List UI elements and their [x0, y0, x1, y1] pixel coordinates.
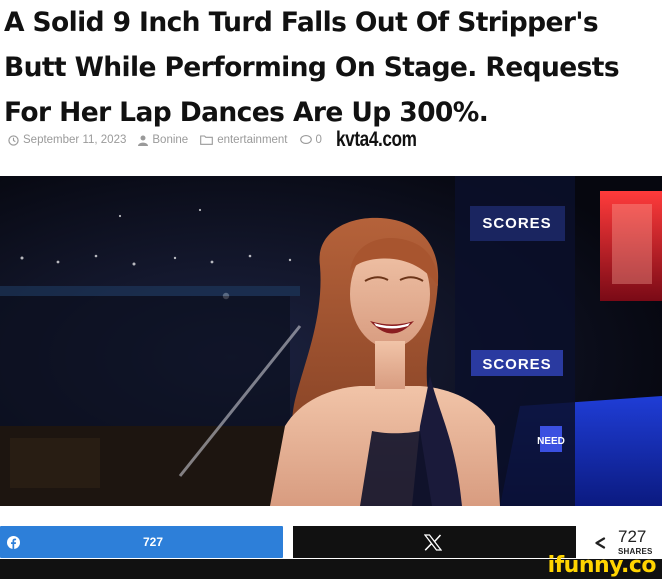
- scores-sign-mid: SCORES: [482, 356, 551, 373]
- category-meta[interactable]: entertainment: [200, 134, 288, 146]
- facebook-share-count: 727: [143, 535, 164, 549]
- share-icon: [595, 537, 606, 549]
- x-share-button[interactable]: [293, 526, 576, 558]
- article-author[interactable]: Bonine: [152, 134, 188, 146]
- total-share-count: 727: [618, 527, 647, 546]
- article-category[interactable]: entertainment: [217, 134, 287, 146]
- comment-icon: [299, 135, 312, 144]
- video-still: SCORES SCORES NEED: [0, 176, 662, 506]
- ifunny-watermark: ifunny.co: [547, 553, 657, 578]
- article-meta: September 11, 2023 Bonine entertainment …: [8, 128, 434, 152]
- video-frame[interactable]: SCORES SCORES NEED: [0, 176, 662, 506]
- need-sign: NEED: [537, 436, 565, 447]
- scores-sign-top: SCORES: [482, 215, 551, 232]
- comment-count[interactable]: 0: [316, 134, 322, 146]
- x-icon: [424, 534, 442, 551]
- comments-meta[interactable]: 0: [299, 134, 322, 146]
- author-meta[interactable]: Bonine: [138, 134, 188, 146]
- folder-icon: [200, 135, 214, 145]
- facebook-icon: [7, 536, 20, 549]
- user-icon: [138, 135, 149, 146]
- date-meta: September 11, 2023: [8, 134, 126, 146]
- facebook-share-button[interactable]: 727: [0, 526, 283, 558]
- article-date: September 11, 2023: [23, 134, 127, 146]
- site-name: kvta4.com: [335, 128, 417, 151]
- clock-icon: [8, 134, 19, 146]
- article-headline: A Solid 9 Inch Turd Falls Out Of Strippe…: [4, 7, 620, 128]
